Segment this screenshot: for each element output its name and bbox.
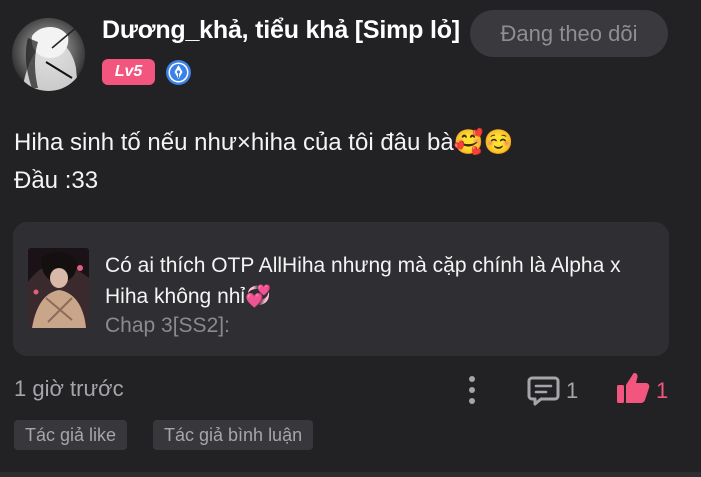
follow-button[interactable]: Đang theo dõi	[470, 10, 668, 57]
avatar[interactable]	[12, 18, 85, 91]
comment-timestamp: 1 giờ trước	[14, 376, 124, 401]
author-name[interactable]: Dương_khả, tiểu khả [Simp lỏ]	[102, 16, 460, 45]
quoted-post-chapter: Chap 3[SS2]:	[105, 314, 230, 337]
comment-body: Hiha sinh tố nếu như×hiha của tôi đâu bà…	[14, 129, 514, 194]
pen-nib-icon	[165, 59, 192, 86]
more-options-icon[interactable]	[462, 374, 482, 406]
quoted-post-card[interactable]: Có ai thích OTP AllHiha nhưng mà cặp chí…	[13, 222, 669, 356]
like-count: 1	[656, 378, 669, 403]
reply-icon[interactable]	[527, 375, 560, 406]
post-thumbnail	[28, 248, 89, 328]
quoted-post-title: Có ai thích OTP AllHiha nhưng mà cặp chí…	[105, 254, 621, 308]
level-badge: Lv5	[102, 59, 155, 85]
divider	[0, 472, 701, 477]
avatar-image	[12, 18, 85, 91]
reply-count: 1	[566, 378, 579, 403]
author-liked-tag: Tác giả like	[14, 420, 128, 450]
author-commented-tag: Tác giả bình luận	[153, 420, 314, 450]
thumbs-up-icon[interactable]	[615, 370, 651, 406]
